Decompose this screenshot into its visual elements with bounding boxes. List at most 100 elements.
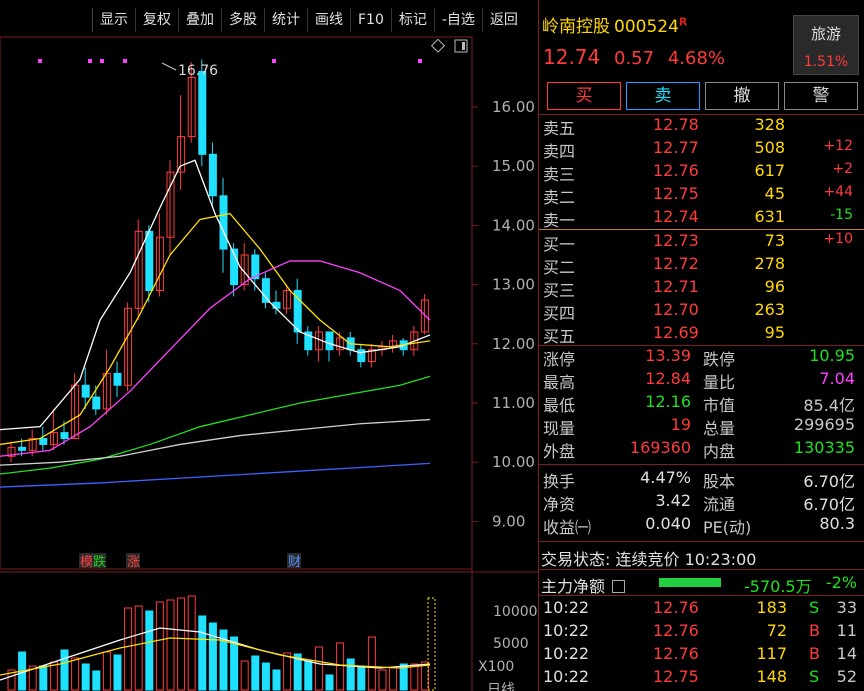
ask-row[interactable]: 卖五 12.78 328 [541,115,859,138]
fund-row[interactable]: 换手 4.47% 股本 6.70亿 [541,468,859,491]
volume-bar [261,662,270,691]
price-change: 0.57 [614,48,655,69]
bid-label: 买一 [543,235,576,254]
tick-row[interactable]: 10:22 12.75 148 S 52 [541,667,859,689]
volume-bar [410,663,419,691]
tick-row[interactable]: 10:22 12.76 72 B 11 [541,621,859,643]
candle-body [39,438,48,445]
stat-row[interactable]: 最高 12.84 量比 7.04 [541,369,859,392]
ask-row[interactable]: 卖二 12.75 45 +44 [541,184,859,207]
sell-button[interactable]: 卖 [626,82,700,110]
window-toggle-icon [454,39,468,53]
tick-count: 14 [836,644,857,663]
bid-row[interactable]: 买四 12.70 263 [541,300,859,323]
stat-row[interactable]: 最低 12.16 市值 85.4亿 [541,392,859,415]
volume-bar [166,599,175,691]
stat-value: 7.04 [819,369,855,388]
stat-row[interactable]: 涨停 13.39 跌停 10.95 [541,346,859,369]
price-change-pct: 4.68% [667,48,725,69]
event-marker: 模 [80,555,93,570]
toolbar-remove-watchlist-button[interactable]: -自选 [433,8,482,32]
candle-body [208,153,217,197]
volume-bar [325,674,334,691]
ask-change: +12 [823,138,853,154]
toolbar-f10-button[interactable]: F10 [350,8,391,32]
cancel-order-button[interactable]: 撤 [705,82,779,110]
volume-bar [357,665,366,691]
peak-price-label: 16.76 [178,63,218,79]
volume-bar [113,654,122,691]
toolbar-display-button[interactable]: 显示 [92,8,135,32]
bid-row[interactable]: 买一 12.73 73 +10 [541,231,859,254]
bid-change: +10 [823,231,853,247]
bid-volume: 96 [764,277,785,296]
candlestick-chart[interactable]: 16.00 15.00 14.00 13.00 12.00 11.00 10.00 9.00 1… [0,0,538,691]
stat-row[interactable]: 现量 19 总量 299695 [541,415,859,438]
candle-body [325,331,334,351]
volume-bar [145,610,154,691]
stat-value: 130335 [793,438,855,457]
candle-body [145,230,154,292]
ask-row[interactable]: 卖三 12.76 617 +2 [541,161,859,184]
signal-dot [418,59,422,63]
toolbar-stats-button[interactable]: 统计 [264,8,307,32]
volume-bar [39,665,48,691]
stat-label: 内盘 [703,442,736,461]
ask-row[interactable]: 卖一 12.74 631 -15 [541,207,859,230]
y-tick-label: 12.00 [492,335,535,353]
toolbar-back-button[interactable]: 返回 [481,8,525,32]
bid-price: 12.73 [653,231,699,250]
sector-badge[interactable]: 旅游 1.51% [793,15,859,75]
toolbar-multi-stock-button[interactable]: 多股 [221,8,264,32]
bid-label: 买三 [543,281,576,300]
volume-current-bar [427,597,436,691]
toolbar-adjust-button[interactable]: 复权 [135,8,178,32]
fund-row[interactable]: 收益㈠ 0.040 PE(动) 80.3 [541,514,859,537]
bid-price: 12.72 [653,254,699,273]
bid-row[interactable]: 买二 12.72 278 [541,254,859,277]
bid-price: 12.69 [653,323,699,342]
ask-volume: 45 [764,184,785,203]
y-tick-label: 9.00 [492,512,525,530]
ma5-line [0,159,431,431]
tick-row[interactable]: 10:22 12.76 117 B 14 [541,644,859,666]
stat-value: 299695 [793,415,855,434]
event-marker: 财 [288,555,301,570]
stat-row[interactable]: 外盘 169360 内盘 130335 [541,438,859,461]
ma10-line [0,212,431,446]
candle-body [113,372,122,386]
tick-time: 10:22 [543,621,590,640]
tick-time: 10:22 [543,598,590,617]
period-label: 日线 [487,682,515,691]
price-row: 12.74 0.57 4.68% [543,45,733,69]
last-price: 12.74 [543,45,601,69]
toolbar-draw-button[interactable]: 画线 [307,8,350,32]
fund-label: 换手 [543,472,576,491]
toolbar-overlay-button[interactable]: 叠加 [178,8,221,32]
tick-volume: 117 [756,644,787,663]
bid-row[interactable]: 买五 12.69 95 [541,323,859,346]
ask-label: 卖四 [543,142,576,161]
y-tick-label: 13.00 [492,276,535,294]
fund-row[interactable]: 净资 3.42 流通 6.70亿 [541,491,859,514]
ask-volume: 631 [754,207,785,226]
main-flow-row[interactable]: 主力净额 -570.5万 -2% [541,573,861,596]
volume-bar [124,607,133,691]
ask-price: 12.75 [653,184,699,203]
kline-chart-area[interactable]: 16.00 15.00 14.00 13.00 12.00 11.00 10.00 9.00 1… [0,0,538,691]
signal-dot [123,59,127,63]
main-flow-value: -570.5万 [744,577,812,596]
buy-button[interactable]: 买 [547,82,621,110]
alert-button[interactable]: 警 [784,82,858,110]
bid-row[interactable]: 买三 12.71 96 [541,277,859,300]
ask-row[interactable]: 卖四 12.77 508 +12 [541,138,859,161]
bid-price: 12.70 [653,300,699,319]
list-icon [612,580,626,593]
bid-label: 买四 [543,304,576,323]
tick-row[interactable]: 10:22 12.76 183 S 33 [541,598,859,620]
tick-side: S [809,667,820,686]
stat-value: 13.39 [645,346,691,365]
signal-dot [100,59,104,63]
toolbar-mark-button[interactable]: 标记 [390,8,434,32]
stat-value: 85.4亿 [803,396,855,415]
